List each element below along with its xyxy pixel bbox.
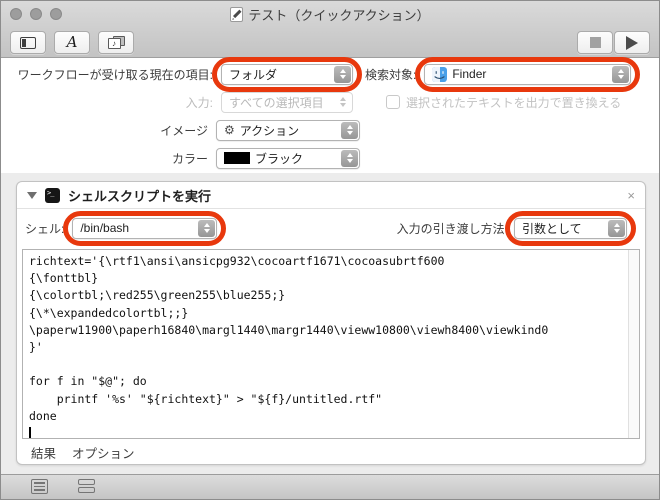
image-row: イメージ ⚙ アクション <box>1 119 659 141</box>
pass-input-label: 入力の引き渡し方法: <box>396 221 508 236</box>
automator-window: テスト（クイックアクション） A ♪ ワークフローが受け取る現在の項目: フォル… <box>0 0 660 500</box>
italic-a-icon: A <box>66 33 78 51</box>
workflow-receives-label: ワークフローが受け取る現在の項目: <box>17 67 213 82</box>
stop-icon <box>589 37 601 48</box>
color-row: カラー ブラック <box>1 147 659 169</box>
media-icon: ♪ <box>107 36 125 49</box>
shell-value: /bin/bash <box>80 221 130 235</box>
workflow-document-icon <box>230 6 244 22</box>
close-action-button[interactable]: × <box>627 189 635 202</box>
stepper-arrows-icon <box>341 121 358 139</box>
input-row: 入力: すべての選択項目 選択されたテキストを出力で置き換える <box>1 91 659 113</box>
titlebar-center: テスト（クイックアクション） <box>1 1 659 27</box>
sidebar-icon <box>20 36 36 49</box>
color-popup[interactable]: ブラック <box>216 147 360 169</box>
workflow-receives-row: ワークフローが受け取る現在の項目: フォルダ 検索対象: Finder <box>1 56 659 92</box>
terminal-icon: >_ <box>45 187 60 203</box>
workflow-receives-popup[interactable]: フォルダ <box>221 63 353 85</box>
stepper-arrows-icon <box>198 219 216 237</box>
toolbar: A ♪ <box>1 27 659 58</box>
text-cursor <box>29 427 31 438</box>
toggle-library-button[interactable] <box>10 31 46 54</box>
stop-button[interactable] <box>577 31 613 54</box>
action-footer: 結果 オプション <box>17 439 645 465</box>
pass-input-popup[interactable]: 引数として <box>514 217 627 239</box>
results-button[interactable]: 結果 <box>31 443 56 462</box>
pass-input-value: 引数として <box>522 221 582 236</box>
toggle-log-button[interactable] <box>31 479 48 494</box>
script-scrollbar[interactable] <box>628 250 639 438</box>
stepper-arrows-icon <box>334 65 351 83</box>
stacked-panels-icon <box>78 479 95 493</box>
color-value: ブラック <box>255 151 304 166</box>
window-title: テスト（クイックアクション） <box>248 7 430 23</box>
color-label: カラー <box>171 151 208 166</box>
input-label: 入力: <box>185 95 213 110</box>
input-value: すべての選択項目 <box>229 95 324 110</box>
image-value: アクション <box>239 123 300 138</box>
workflow-settings: ワークフローが受け取る現在の項目: フォルダ 検索対象: Finder 入力: … <box>1 56 659 173</box>
workflow-receives-value: フォルダ <box>229 67 278 82</box>
workflow-canvas: >_ シェルスクリプトを実行 × シェル: /bin/bash 入力の引き渡し方… <box>1 173 659 476</box>
script-editor[interactable]: richtext='{\rtf1\ansi\ansicpg932\cocoart… <box>22 249 640 439</box>
action-controls: シェル: /bin/bash 入力の引き渡し方法: 引数として <box>25 210 637 246</box>
gear-icon: ⚙ <box>224 123 235 137</box>
search-scope-value: Finder <box>452 67 487 81</box>
run-button[interactable] <box>614 31 650 54</box>
stepper-arrows-icon <box>334 94 351 111</box>
replace-text-checkbox[interactable] <box>386 95 400 109</box>
image-label: イメージ <box>160 123 208 138</box>
text-style-button[interactable]: A <box>54 31 90 54</box>
color-swatch <box>224 152 250 164</box>
play-icon <box>626 35 638 50</box>
replace-text-checkbox-label: 選択されたテキストを出力で置き換える <box>406 95 622 110</box>
search-scope-popup[interactable]: Finder <box>424 63 632 85</box>
disclosure-triangle-icon[interactable] <box>27 191 37 199</box>
statusbar <box>1 474 659 499</box>
shell-popup[interactable]: /bin/bash <box>72 217 218 239</box>
log-list-icon <box>31 479 48 494</box>
action-title: シェルスクリプトを実行 <box>68 188 212 204</box>
stepper-arrows-icon <box>341 149 358 167</box>
input-popup[interactable]: すべての選択項目 <box>221 91 353 113</box>
options-button[interactable]: オプション <box>72 443 135 462</box>
image-popup[interactable]: ⚙ アクション <box>216 119 360 141</box>
titlebar: テスト（クイックアクション） <box>1 1 659 27</box>
media-browser-button[interactable]: ♪ <box>98 31 134 54</box>
script-text: richtext='{\rtf1\ansi\ansicpg932\cocoart… <box>29 254 549 423</box>
shell-label: シェル: <box>25 221 65 236</box>
stepper-arrows-icon <box>612 65 630 83</box>
search-scope-label: 検索対象: <box>365 67 417 82</box>
finder-icon <box>432 66 448 82</box>
toggle-variables-button[interactable] <box>78 479 95 493</box>
stepper-arrows-icon <box>608 219 625 237</box>
run-shell-script-action: >_ シェルスクリプトを実行 × シェル: /bin/bash 入力の引き渡し方… <box>16 181 646 465</box>
action-header: >_ シェルスクリプトを実行 × <box>17 182 645 209</box>
